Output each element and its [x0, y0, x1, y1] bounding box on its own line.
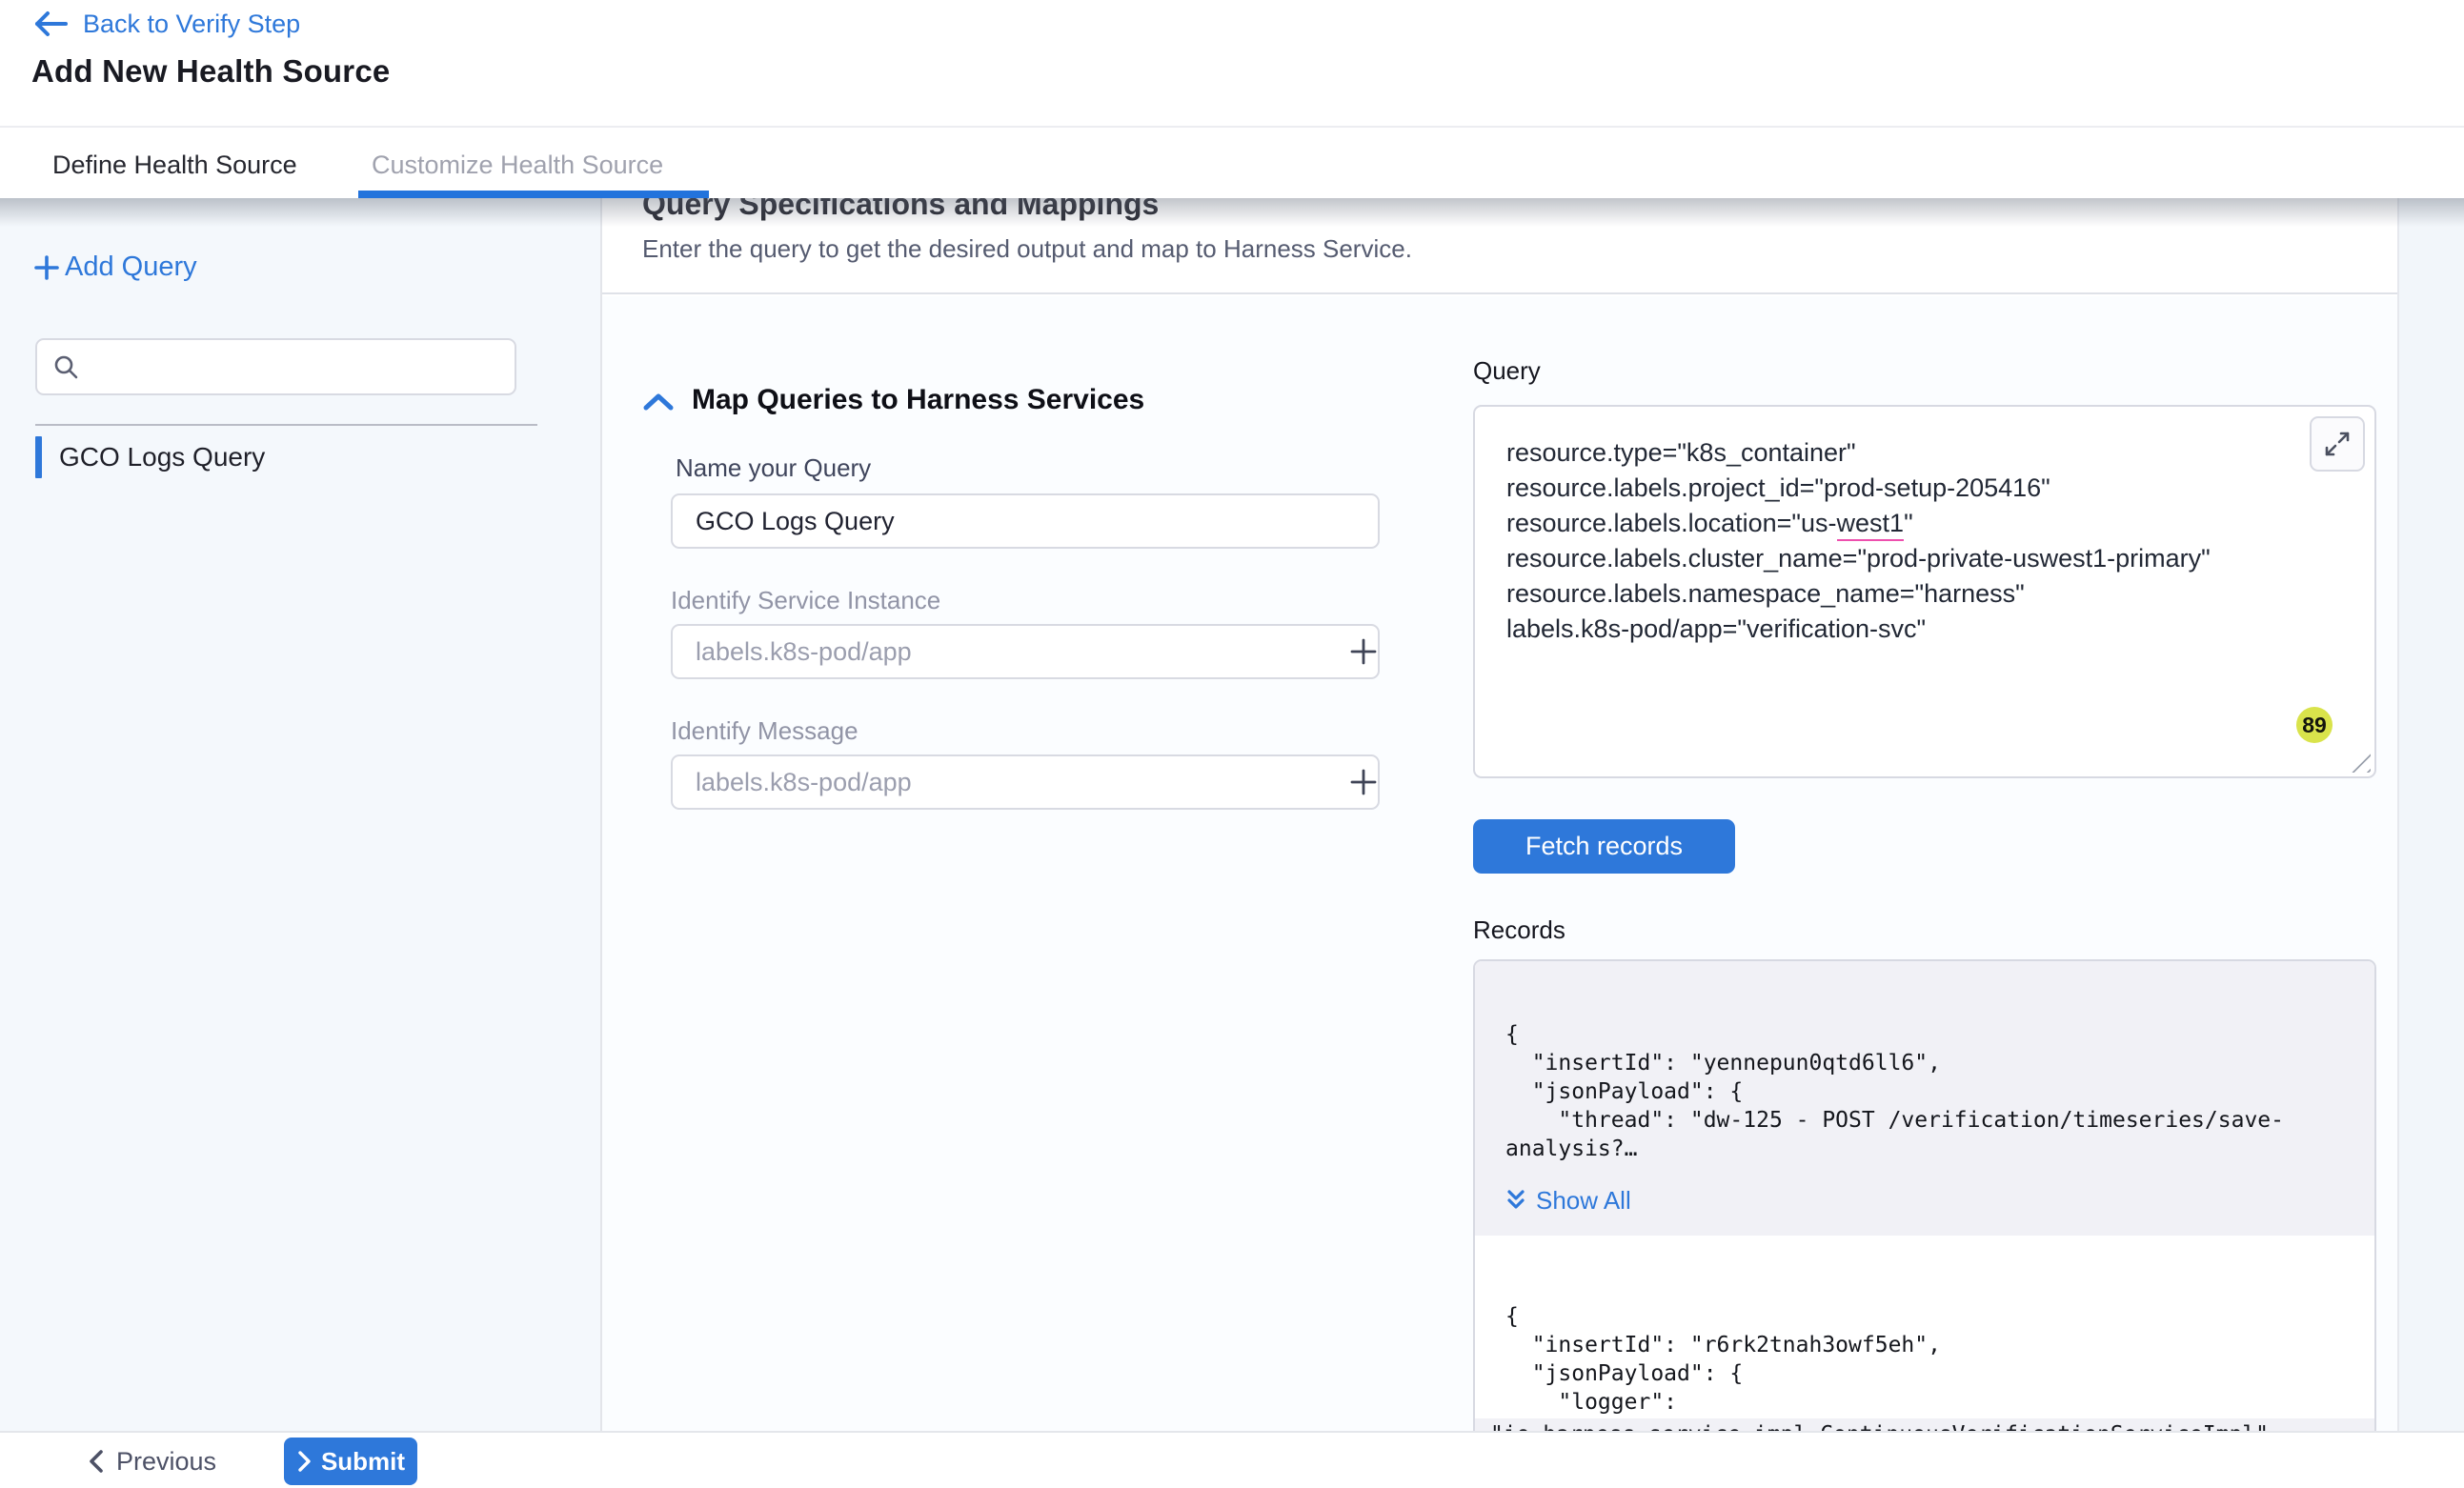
query-search-box: [35, 338, 516, 395]
tab-define-health-source[interactable]: Define Health Source: [52, 151, 297, 180]
query-name-input[interactable]: [671, 493, 1380, 549]
expand-query-button[interactable]: [2310, 416, 2365, 472]
sidebar-divider: [35, 424, 537, 426]
page-right-margin: [2397, 198, 2464, 1431]
section-heading-zone: Query Specifications and Mappings Enter …: [602, 198, 2397, 294]
selected-query-indicator: [35, 436, 42, 478]
add-health-source-screen: Back to Verify Step Add New Health Sourc…: [0, 0, 2464, 1488]
record-json: { "insertId": "yennepun0qtd6ll6", "jsonP…: [1505, 1020, 2361, 1163]
query-search-input[interactable]: [91, 352, 499, 382]
query-char-count-badge: 89: [2296, 707, 2333, 743]
map-queries-title: Map Queries to Harness Services: [692, 384, 1144, 416]
page-header: Back to Verify Step Add New Health Sourc…: [0, 0, 2464, 126]
collapse-section-button[interactable]: [642, 392, 675, 412]
submit-button-label: Submit: [321, 1447, 405, 1477]
record-json-clipped-line: "io.harness.service.impl.ContinuousVerif…: [1490, 1420, 2361, 1431]
records-panel: { "insertId": "yennepun0qtd6ll6", "jsonP…: [1473, 959, 2376, 1431]
query-label: Query: [1473, 356, 1541, 386]
section-heading: Query Specifications and Mappings: [642, 198, 1159, 222]
plus-icon: [1347, 635, 1380, 668]
section-subheading: Enter the query to get the desired outpu…: [642, 234, 1412, 264]
health-source-tabbar: Define Health Source Customize Health So…: [0, 126, 2464, 198]
tab-customize-health-source[interactable]: Customize Health Source: [372, 151, 663, 180]
record-item: { "insertId": "yennepun0qtd6ll6", "jsonP…: [1475, 961, 2374, 1236]
query-mapping-form: Map Queries to Harness Services Name you…: [602, 296, 2397, 1431]
expand-icon: [2323, 430, 2352, 458]
chevron-left-icon: [88, 1449, 105, 1474]
wizard-footer: Previous Submit: [0, 1431, 2464, 1488]
query-sidebar: Add Query GCO Logs Query: [0, 198, 602, 1431]
page-title: Add New Health Source: [31, 53, 390, 90]
submit-button[interactable]: Submit: [284, 1438, 417, 1485]
textarea-resize-handle[interactable]: [2350, 752, 2371, 773]
double-chevron-down-icon: [1505, 1189, 1526, 1212]
chevron-up-icon: [642, 392, 675, 412]
record-item-clipped: "io.harness.service.impl.ContinuousVerif…: [1475, 1418, 2374, 1431]
add-query-label: Add Query: [65, 251, 197, 283]
add-message-path-button[interactable]: [1347, 766, 1380, 798]
back-link[interactable]: Back to Verify Step: [31, 8, 300, 40]
search-icon: [52, 353, 79, 380]
query-text: resource.type="k8s_container"resource.la…: [1506, 435, 2211, 647]
record-json: { "insertId": "r6rk2tnah3owf5eh", "jsonP…: [1505, 1302, 2361, 1417]
arrow-left-icon: [31, 8, 70, 40]
record-item: { "insertId": "r6rk2tnah3owf5eh", "jsonP…: [1475, 1302, 2374, 1417]
previous-button-label: Previous: [116, 1447, 216, 1477]
service-instance-input[interactable]: [671, 624, 1380, 679]
show-all-button[interactable]: Show All: [1505, 1186, 2361, 1215]
back-link-label: Back to Verify Step: [83, 10, 300, 39]
records-label: Records: [1473, 915, 1565, 945]
query-list-item[interactable]: GCO Logs Query: [35, 436, 265, 478]
message-input[interactable]: [671, 754, 1380, 810]
chevron-right-icon: [296, 1450, 312, 1473]
plus-icon: [32, 253, 61, 282]
customize-health-source-panel: Query Specifications and Mappings Enter …: [602, 198, 2397, 1431]
add-query-button[interactable]: Add Query: [32, 251, 197, 283]
fetch-records-button[interactable]: Fetch records: [1473, 819, 1735, 874]
show-all-label: Show All: [1536, 1186, 1631, 1215]
active-tab-underline: [358, 191, 709, 198]
query-list-item-label: GCO Logs Query: [59, 442, 265, 473]
identify-message-label: Identify Message: [671, 716, 858, 746]
query-textarea[interactable]: resource.type="k8s_container"resource.la…: [1473, 405, 2376, 778]
add-service-instance-path-button[interactable]: [1347, 635, 1380, 668]
previous-button[interactable]: Previous: [88, 1433, 216, 1488]
name-your-query-label: Name your Query: [676, 453, 871, 483]
plus-icon: [1347, 766, 1380, 798]
identify-service-instance-label: Identify Service Instance: [671, 586, 940, 615]
